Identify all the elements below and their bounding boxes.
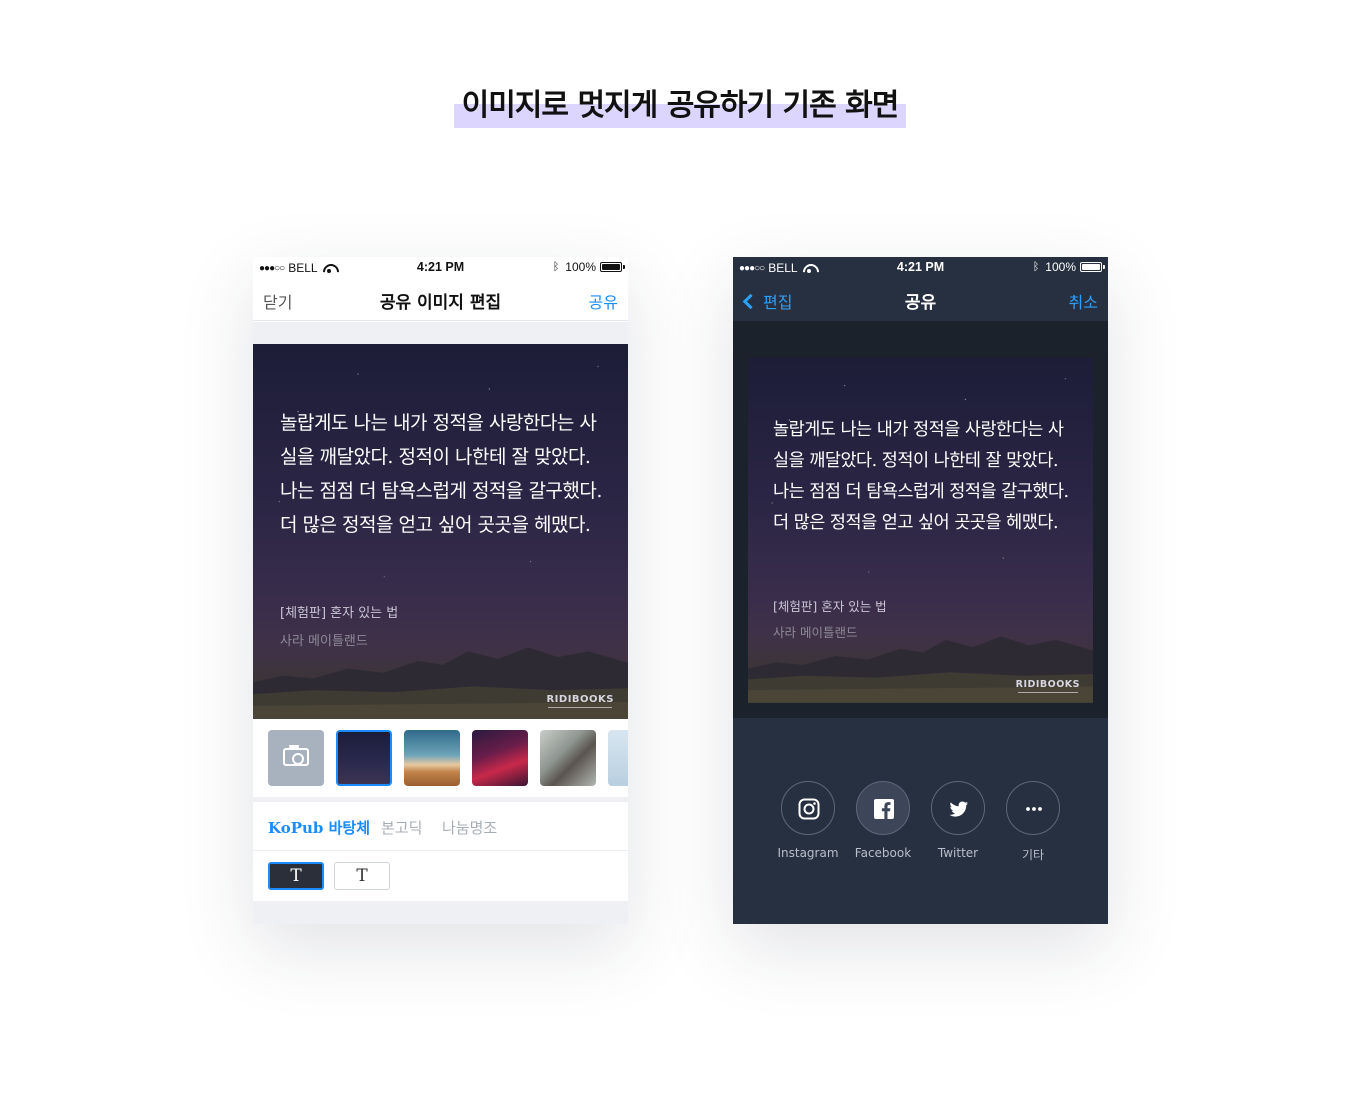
camera-thumbnail[interactable] xyxy=(268,730,324,786)
text-style-picker: T T xyxy=(253,851,628,901)
book-title: [체험판] 혼자 있는 법 xyxy=(280,606,399,621)
bluetooth-icon: ᛒ xyxy=(1032,261,1040,273)
status-bar: ●●●○○ BELL 4:21 PM ᛒ 100% xyxy=(253,257,628,277)
share-label: Instagram xyxy=(777,846,839,860)
battery-percent: 100% xyxy=(565,260,596,274)
background-thumb-night[interactable] xyxy=(336,730,392,786)
background-thumb-coffee[interactable] xyxy=(540,730,596,786)
edit-screen-phone: ●●●○○ BELL 4:21 PM ᛒ 100% 닫기 공유 이미지 편집 공… xyxy=(253,257,628,924)
battery-percent: 100% xyxy=(1045,260,1076,274)
share-targets: Instagram Facebook Twitter 기타 xyxy=(733,781,1108,871)
font-option-myeongjo[interactable]: 나눔명조 xyxy=(442,817,497,838)
share-button[interactable]: 공유 xyxy=(589,289,618,313)
font-option-gothic[interactable]: 본고딕 xyxy=(381,817,422,838)
share-screen-phone: ●●●○○ BELL 4:21 PM ᛒ 100% 편집 공유 취소 놀랍게도 … xyxy=(733,257,1108,924)
author-name: 사라 메이틀랜드 xyxy=(773,625,858,640)
nav-title: 공유 이미지 편집 xyxy=(379,293,502,313)
bottom-band xyxy=(253,901,628,924)
facebook-button[interactable] xyxy=(856,781,910,835)
share-twitter[interactable]: Twitter xyxy=(920,781,996,860)
share-more[interactable]: 기타 xyxy=(995,781,1071,863)
quote-text: 놀랍게도 나는 내가 정적을 사랑한다는 사실을 깨달았다. 정적이 나한테 잘… xyxy=(773,420,1069,533)
more-icon xyxy=(1026,807,1042,811)
edit-nav-bar: 닫기 공유 이미지 편집 공유 xyxy=(253,277,628,321)
ridibooks-logo: RIDIBOOKS xyxy=(1015,679,1080,693)
nav-title: 공유 xyxy=(904,293,937,313)
cancel-button[interactable]: 취소 xyxy=(1069,289,1098,313)
background-picker xyxy=(253,719,628,797)
text-style-light-button[interactable]: T xyxy=(334,862,390,890)
share-label: Twitter xyxy=(937,846,979,860)
page-heading: 이미지로 멋지게 공유하기 기존 화면 xyxy=(461,88,900,123)
ridibooks-logo: RIDIBOOKS xyxy=(546,694,614,708)
more-button[interactable] xyxy=(1006,781,1060,835)
share-label: Facebook xyxy=(854,846,912,860)
status-bar: ●●●○○ BELL 4:21 PM ᛒ 100% xyxy=(733,257,1108,277)
quote-text: 놀랍게도 나는 내가 정적을 사랑한다는 사실을 깨달았다. 정적이 나한테 잘… xyxy=(280,412,602,536)
font-option-kopub[interactable]: KoPub 바탕체 xyxy=(268,817,370,838)
share-nav-bar: 편집 공유 취소 xyxy=(733,277,1108,321)
twitter-button[interactable] xyxy=(931,781,985,835)
share-instagram[interactable]: Instagram xyxy=(770,781,846,860)
page-heading-wrap: 이미지로 멋지게 공유하기 기존 화면 xyxy=(454,78,906,130)
quote-card: 놀랍게도 나는 내가 정적을 사랑한다는 사실을 깨달았다. 정적이 나한테 잘… xyxy=(253,344,628,719)
battery-icon xyxy=(600,262,625,272)
twitter-icon xyxy=(949,801,968,817)
book-title: [체험판] 혼자 있는 법 xyxy=(773,599,887,614)
facebook-icon xyxy=(874,799,894,819)
divider-band xyxy=(253,322,628,344)
battery-icon xyxy=(1080,262,1105,272)
author-name: 사라 메이틀랜드 xyxy=(280,634,368,649)
share-facebook[interactable]: Facebook xyxy=(845,781,921,860)
share-label: 기타 xyxy=(1021,848,1045,862)
quote-card-preview: 놀랍게도 나는 내가 정적을 사랑한다는 사실을 깨달았다. 정적이 나한테 잘… xyxy=(748,358,1093,703)
preview-area: 놀랍게도 나는 내가 정적을 사랑한다는 사실을 깨달았다. 정적이 나한테 잘… xyxy=(733,321,1108,718)
instagram-button[interactable] xyxy=(781,781,835,835)
background-thumb-desert[interactable] xyxy=(404,730,460,786)
background-thumb-aurora[interactable] xyxy=(472,730,528,786)
font-picker: KoPub 바탕체 본고딕 나눔명조 xyxy=(253,801,628,851)
instagram-icon xyxy=(798,798,820,820)
background-thumb-sky[interactable] xyxy=(608,730,628,786)
text-style-dark-button[interactable]: T xyxy=(268,862,324,890)
camera-icon xyxy=(283,745,309,766)
bluetooth-icon: ᛒ xyxy=(552,261,560,273)
